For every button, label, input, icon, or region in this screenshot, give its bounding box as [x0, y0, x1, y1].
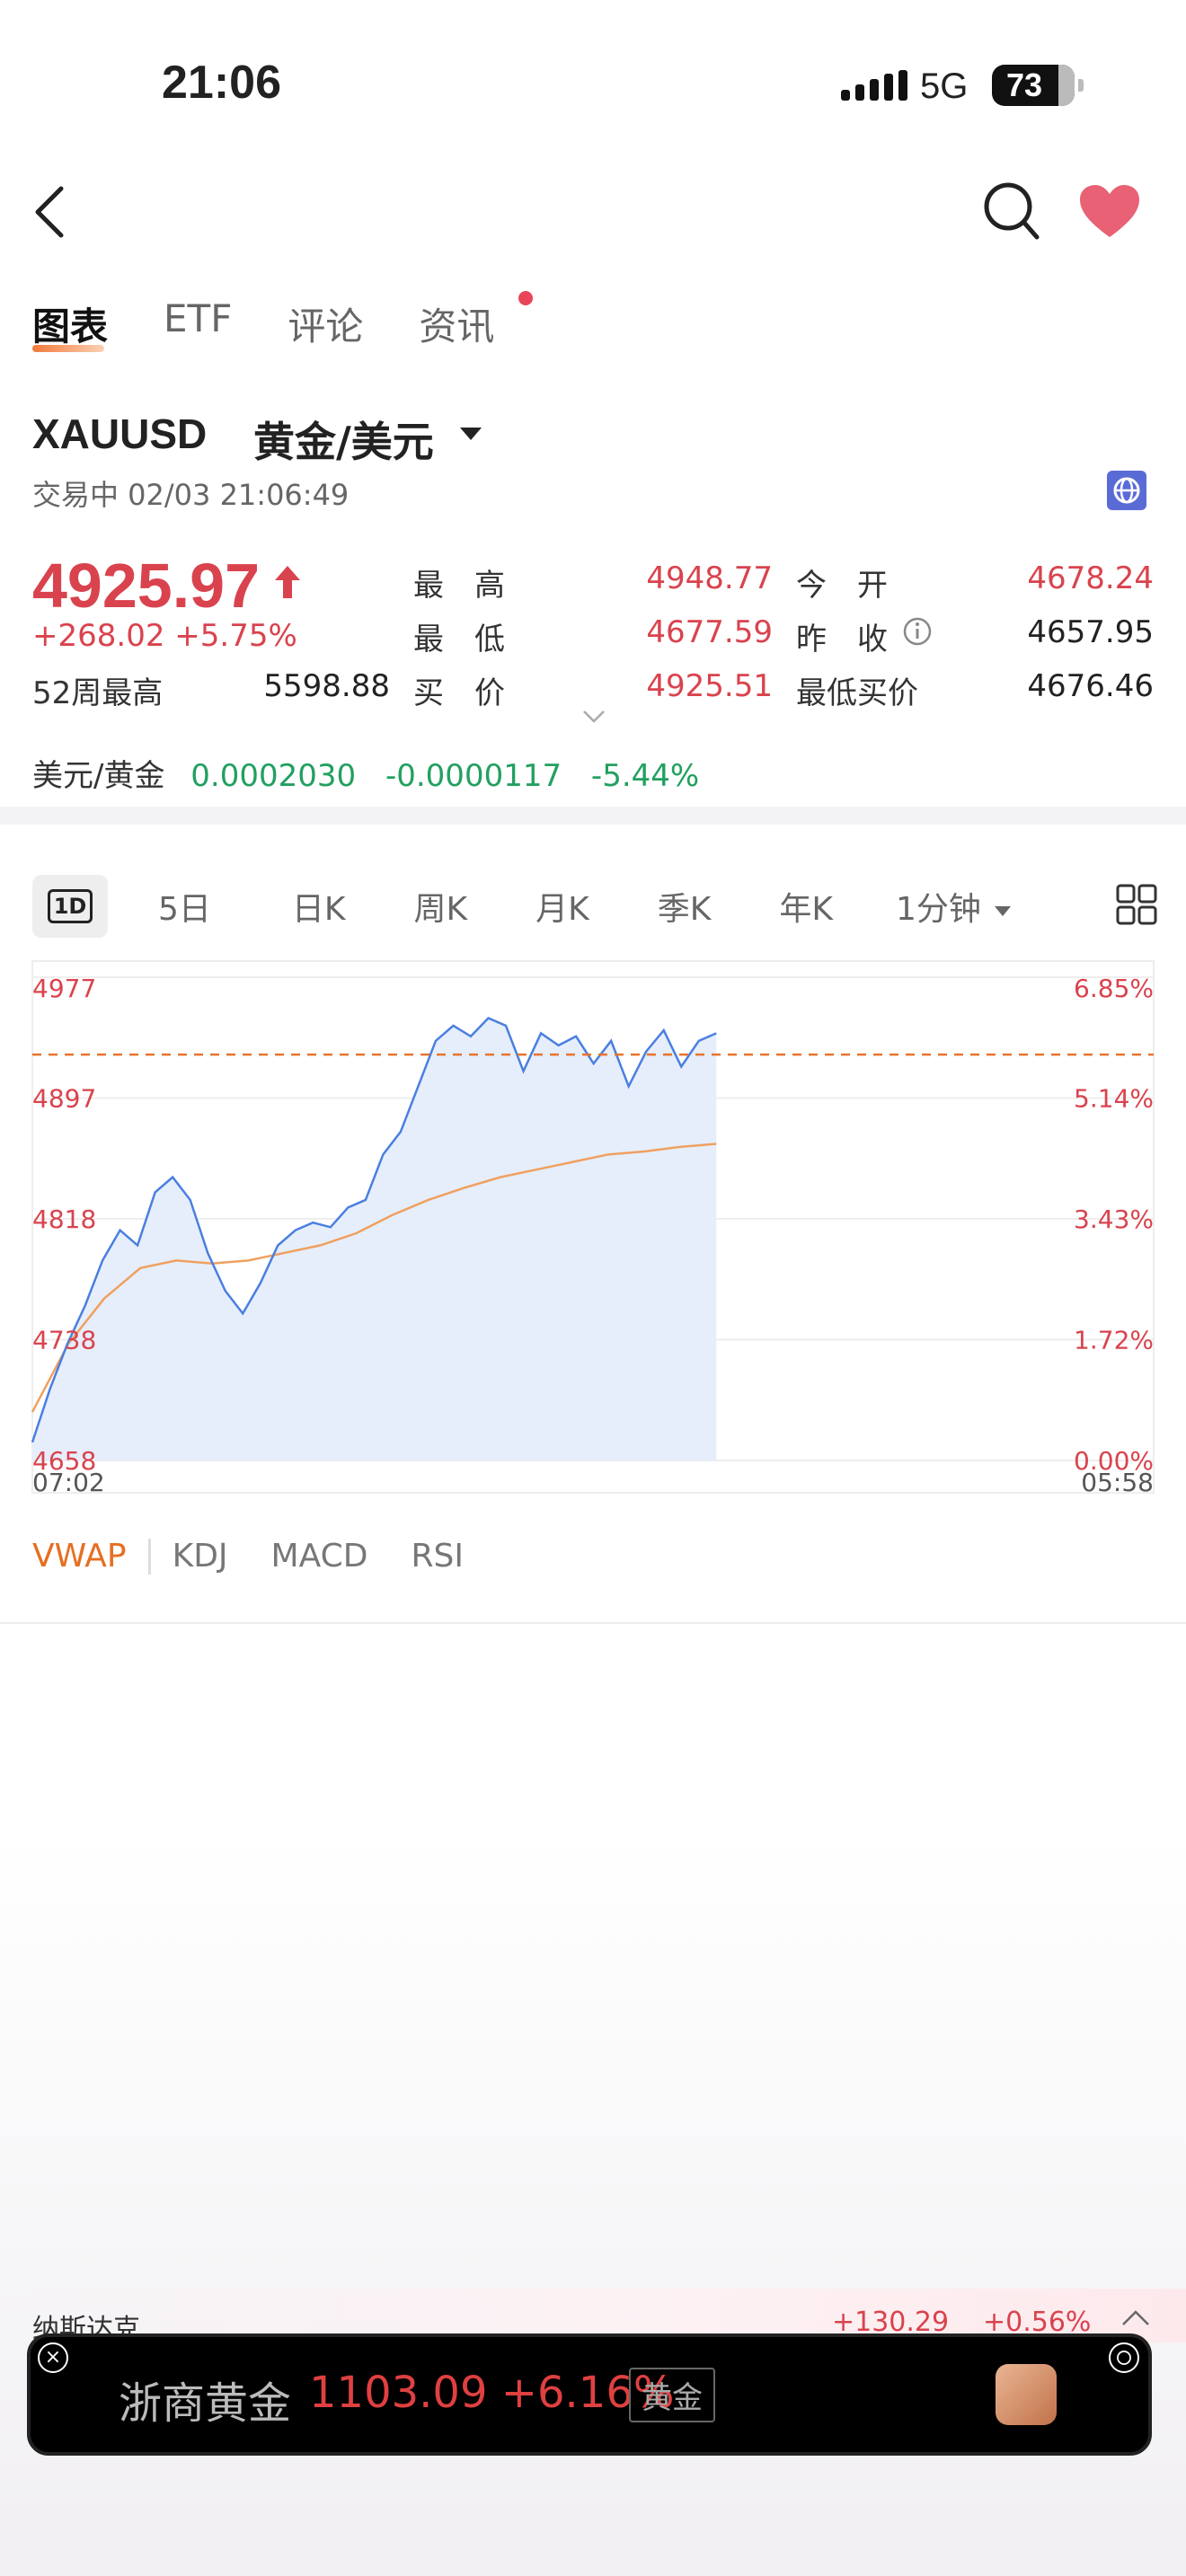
- period-month-k[interactable]: 月K: [535, 883, 589, 930]
- y-axis-right-labels: 6.85%5.14%3.43%1.72%0.00%: [1074, 974, 1154, 1476]
- promo-name: 浙商黄金: [119, 2378, 292, 2429]
- close-icon[interactable]: ×: [38, 2342, 68, 2373]
- open-value: 4678.24: [1027, 560, 1154, 596]
- price-area: [32, 1018, 717, 1460]
- fx-label: 美元/黄金: [32, 758, 165, 794]
- promo-tag: 黄金: [629, 2368, 715, 2422]
- week52-value: 5598.88: [263, 668, 390, 704]
- fx-percent: -5.44%: [590, 758, 700, 794]
- empty-area: [0, 1832, 1186, 2576]
- prev-close-value: 4657.95: [1027, 614, 1154, 650]
- y-tick-right: 3.43%: [1074, 1204, 1154, 1234]
- tab-chart[interactable]: 图表: [32, 296, 108, 351]
- change-value: +268.02: [32, 618, 165, 654]
- bid-value: 4925.51: [646, 668, 773, 704]
- change-percent: +5.75%: [174, 618, 297, 654]
- indicator-macd[interactable]: MACD: [271, 1538, 368, 1575]
- section-divider: [0, 807, 1186, 825]
- price-change: +268.02 +5.75%: [32, 618, 297, 654]
- tab-active-underline: [32, 345, 104, 352]
- fx-value: 0.0002030: [190, 758, 357, 794]
- app-mascot-icon: [996, 2364, 1057, 2425]
- intraday-chart[interactable]: 49774897481847384658 6.85%5.14%3.43%1.72…: [0, 952, 1186, 1509]
- y-tick-left: 4897: [32, 1084, 96, 1114]
- y-tick-right: 5.14%: [1074, 1084, 1154, 1114]
- period-5d[interactable]: 5日: [158, 883, 211, 930]
- indicator-divider: [147, 1538, 151, 1575]
- indicator-vwap[interactable]: VWAP: [32, 1538, 127, 1575]
- network-label: 5G: [920, 66, 969, 106]
- y-tick-left: 4818: [32, 1204, 96, 1234]
- signal-icon: [841, 70, 907, 101]
- low-value: 4677.59: [646, 614, 773, 650]
- promo-price: 1103.09: [309, 2368, 488, 2418]
- x-tick: 07:02: [32, 1468, 105, 1497]
- back-icon[interactable]: [32, 185, 68, 239]
- period-quarter-k[interactable]: 季K: [658, 883, 712, 930]
- fx-row: 美元/黄金 0.0002030 -0.0000117 -5.44%: [32, 751, 699, 795]
- indicator-divider-line: [0, 1622, 1186, 1624]
- battery-level: 73: [1006, 66, 1043, 103]
- tab-etf[interactable]: ETF: [164, 296, 232, 351]
- fx-change: -0.0000117: [385, 758, 562, 794]
- trading-status: 交易中 02/03 21:06:49: [32, 478, 350, 512]
- symbol-code: XAUUSD: [32, 410, 208, 457]
- chevron-down-icon[interactable]: [460, 428, 482, 440]
- y-tick-left: 4977: [32, 974, 96, 1003]
- prev-close-label: 昨 收: [796, 622, 888, 657]
- interval-dropdown[interactable]: 1分钟: [895, 883, 1012, 930]
- min-bid-label: 最低买价: [796, 675, 918, 711]
- up-arrow-icon: [275, 566, 300, 598]
- y-tick-right: 6.85%: [1074, 974, 1154, 1003]
- tab-bar: 图表 ETF 评论 资讯: [32, 296, 494, 351]
- indicator-rsi[interactable]: RSI: [411, 1538, 463, 1575]
- open-label: 今 开: [796, 568, 888, 604]
- min-bid-value: 4676.46: [1027, 668, 1154, 704]
- interval-label: 1分钟: [895, 891, 981, 928]
- period-selector: 1D 5日 日K 周K 月K 季K 年K 1分钟: [32, 875, 1164, 938]
- period-1d-badge: 1D: [47, 889, 93, 923]
- indicator-tabs: VWAP KDJ MACD RSI: [32, 1538, 464, 1575]
- last-price: 4925.97: [32, 551, 261, 621]
- y-tick-left: 4738: [32, 1326, 96, 1355]
- favorite-heart-icon[interactable]: [1078, 183, 1141, 239]
- low-label: 最 低: [413, 622, 505, 657]
- news-badge-dot: [518, 291, 533, 305]
- bid-label: 买 价: [413, 675, 505, 711]
- high-value: 4948.77: [646, 560, 773, 596]
- grid-layout-icon[interactable]: [1116, 884, 1157, 925]
- chevron-down-icon: [995, 905, 1012, 916]
- expand-chevron-icon[interactable]: [582, 710, 606, 724]
- info-icon[interactable]: [902, 616, 933, 647]
- period-year-k[interactable]: 年K: [779, 883, 833, 930]
- symbol-name[interactable]: 黄金/美元: [253, 410, 434, 469]
- promo-quote: 1103.09 +6.16%: [309, 2368, 674, 2418]
- high-label: 最 高: [413, 568, 505, 604]
- chevron-up-icon[interactable]: [1121, 2308, 1150, 2326]
- period-week-k[interactable]: 周K: [414, 883, 468, 930]
- battery-icon: 73: [992, 65, 1084, 106]
- tab-comments[interactable]: 评论: [288, 296, 363, 351]
- status-time: 21:06: [162, 57, 281, 109]
- period-1d-button[interactable]: 1D: [32, 875, 108, 938]
- period-day-k[interactable]: 日K: [292, 883, 346, 930]
- ad-settings-icon[interactable]: [1109, 2342, 1139, 2373]
- search-icon[interactable]: [983, 180, 1040, 243]
- tab-news[interactable]: 资讯: [419, 296, 494, 351]
- x-tick: 05:58: [1081, 1468, 1154, 1497]
- globe-icon[interactable]: [1107, 471, 1146, 510]
- indicator-kdj[interactable]: KDJ: [173, 1538, 228, 1575]
- y-tick-right: 1.72%: [1074, 1326, 1154, 1355]
- week52-label: 52周最高: [32, 675, 164, 711]
